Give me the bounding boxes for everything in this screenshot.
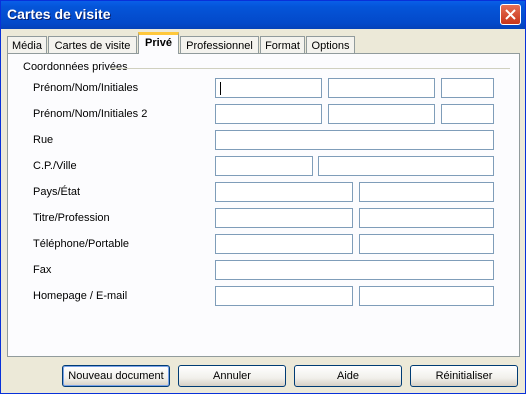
tab-options[interactable]: Options (306, 36, 355, 54)
initials-2-field[interactable] (441, 104, 494, 124)
reset-button[interactable]: Réinitialiser (410, 365, 518, 387)
close-button[interactable] (500, 4, 521, 25)
title-bar: Cartes de visite (1, 1, 525, 29)
help-button[interactable]: Aide (294, 365, 402, 387)
profession-field[interactable] (359, 208, 494, 228)
dialog-window: Cartes de visite Média Cartes de visite … (0, 0, 526, 394)
tab-media[interactable]: Média (7, 36, 47, 54)
label-rue: Rue (33, 134, 54, 146)
close-icon (505, 9, 516, 20)
label-cp-ville: C.P./Ville (33, 160, 77, 172)
label-telephone-portable: Téléphone/Portable (33, 238, 130, 250)
title-field[interactable] (215, 208, 353, 228)
new-document-button[interactable]: Nouveau document (62, 365, 170, 387)
fax-field[interactable] (215, 260, 494, 280)
country-field[interactable] (215, 182, 353, 202)
firstname-2-field[interactable] (215, 104, 322, 124)
email-field[interactable] (359, 286, 494, 306)
tab-panel: Coordonnées privées Prénom/Nom/Initiales… (7, 53, 520, 357)
window-title: Cartes de visite (7, 6, 111, 22)
group-separator (110, 68, 510, 69)
tab-cartes-de-visite[interactable]: Cartes de visite (48, 36, 137, 54)
tab-prive[interactable]: Privé (138, 32, 179, 54)
mobile-field[interactable] (359, 234, 494, 254)
text-caret (220, 82, 221, 95)
label-prenom-nom-initiales: Prénom/Nom/Initiales (33, 82, 139, 94)
lastname-2-field[interactable] (328, 104, 435, 124)
tab-format[interactable]: Format (260, 36, 305, 54)
city-field[interactable] (318, 156, 494, 176)
firstname-field[interactable] (215, 78, 322, 98)
label-prenom-nom-initiales-2: Prénom/Nom/Initiales 2 (33, 108, 148, 120)
label-fax: Fax (33, 264, 52, 276)
street-field[interactable] (215, 130, 494, 150)
state-field[interactable] (359, 182, 494, 202)
phone-field[interactable] (215, 234, 353, 254)
label-homepage-email: Homepage / E-mail (33, 290, 128, 302)
group-label: Coordonnées privées (23, 61, 128, 73)
homepage-field[interactable] (215, 286, 353, 306)
postal-code-field[interactable] (215, 156, 313, 176)
tab-professionnel[interactable]: Professionnel (180, 36, 259, 54)
lastname-field[interactable] (328, 78, 435, 98)
label-pays-etat: Pays/État (33, 186, 81, 198)
initials-field[interactable] (441, 78, 494, 98)
cancel-button[interactable]: Annuler (178, 365, 286, 387)
label-titre-profession: Titre/Profession (33, 212, 110, 224)
